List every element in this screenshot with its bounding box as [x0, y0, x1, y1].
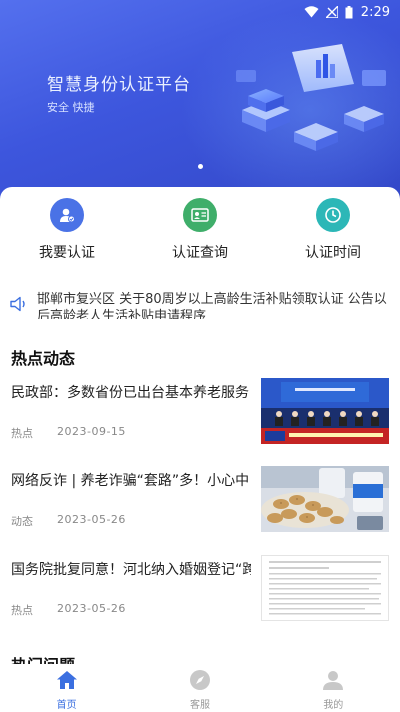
profile-icon [321, 668, 345, 692]
news-date: 2023-05-26 [57, 602, 126, 615]
news-item[interactable]: 网络反诈 | 养老诈骗“套路”多！小心中 动态 2023-05-26 [0, 466, 400, 538]
tab-service[interactable]: 客服 [133, 664, 266, 712]
news-item[interactable]: 国务院批复同意！河北纳入婚姻登记“跨 热点 2023-05-26 [0, 555, 400, 627]
quick-action-label: 认证查询 [172, 245, 228, 261]
news-date: 2023-09-15 [57, 425, 126, 438]
news-title: 民政部：多数省份已出台基本养老服务 [11, 385, 249, 401]
quick-action-label: 认证时间 [305, 245, 361, 261]
server-illustration [236, 44, 386, 151]
banner-title: 智慧身份认证平台 [47, 75, 191, 95]
signal-icon [325, 6, 338, 18]
battery-icon [345, 5, 353, 19]
speaker-icon [10, 296, 28, 316]
hero-banner[interactable]: 智慧身份认证平台 安全 快捷 [0, 0, 400, 200]
id-card-icon [183, 198, 217, 232]
tab-label: 我的 [323, 700, 344, 711]
quick-action-label: 我要认证 [39, 245, 95, 261]
tab-profile[interactable]: 我的 [267, 664, 400, 712]
wifi-icon [304, 6, 319, 18]
quick-actions: 我要认证 认证查询 认证时间 [0, 198, 400, 268]
tab-label: 首页 [56, 700, 77, 711]
section-title-hot-news: 热点动态 [11, 349, 76, 368]
news-thumbnail [261, 378, 389, 444]
clock-icon [316, 198, 350, 232]
news-thumbnail [261, 466, 389, 532]
notice-text: 邯郸市复兴区 关于80周岁以上高龄生活补贴领取认证 公告以后高龄老人生活补贴申请… [37, 292, 387, 319]
bottom-tab-bar: 首页 客服 我的 [0, 664, 400, 712]
news-title: 网络反诈 | 养老诈骗“套路”多！小心中 [11, 473, 250, 489]
news-date: 2023-05-26 [57, 513, 126, 526]
quick-action-time[interactable]: 认证时间 [278, 198, 388, 262]
news-tag: 热点 [11, 427, 33, 440]
user-verify-icon [50, 198, 84, 232]
home-icon [55, 668, 79, 692]
news-tag: 热点 [11, 604, 33, 617]
clock-time: 2:29 [360, 4, 390, 20]
quick-action-verify[interactable]: 我要认证 [12, 198, 122, 262]
quick-action-query[interactable]: 认证查询 [145, 198, 255, 262]
status-bar: 2:29 [0, 0, 400, 24]
banner-subtitle: 安全 快捷 [47, 101, 95, 114]
news-thumbnail [261, 555, 389, 621]
news-title: 国务院批复同意！河北纳入婚姻登记“跨 [11, 562, 251, 578]
notice-bar[interactable]: 邯郸市复兴区 关于80周岁以上高龄生活补贴领取认证 公告以后高龄老人生活补贴申请… [0, 291, 400, 319]
app-screen: 智慧身份认证平台 安全 快捷 2:29 我要认证 认证查询 认证时间 邯郸市复兴… [0, 0, 400, 712]
tab-home[interactable]: 首页 [0, 664, 133, 712]
carousel-indicator[interactable] [198, 164, 203, 169]
tab-label: 客服 [189, 700, 210, 711]
news-tag: 动态 [11, 515, 33, 528]
compass-icon [188, 668, 212, 692]
news-item[interactable]: 民政部：多数省份已出台基本养老服务 热点 2023-09-15 [0, 378, 400, 450]
